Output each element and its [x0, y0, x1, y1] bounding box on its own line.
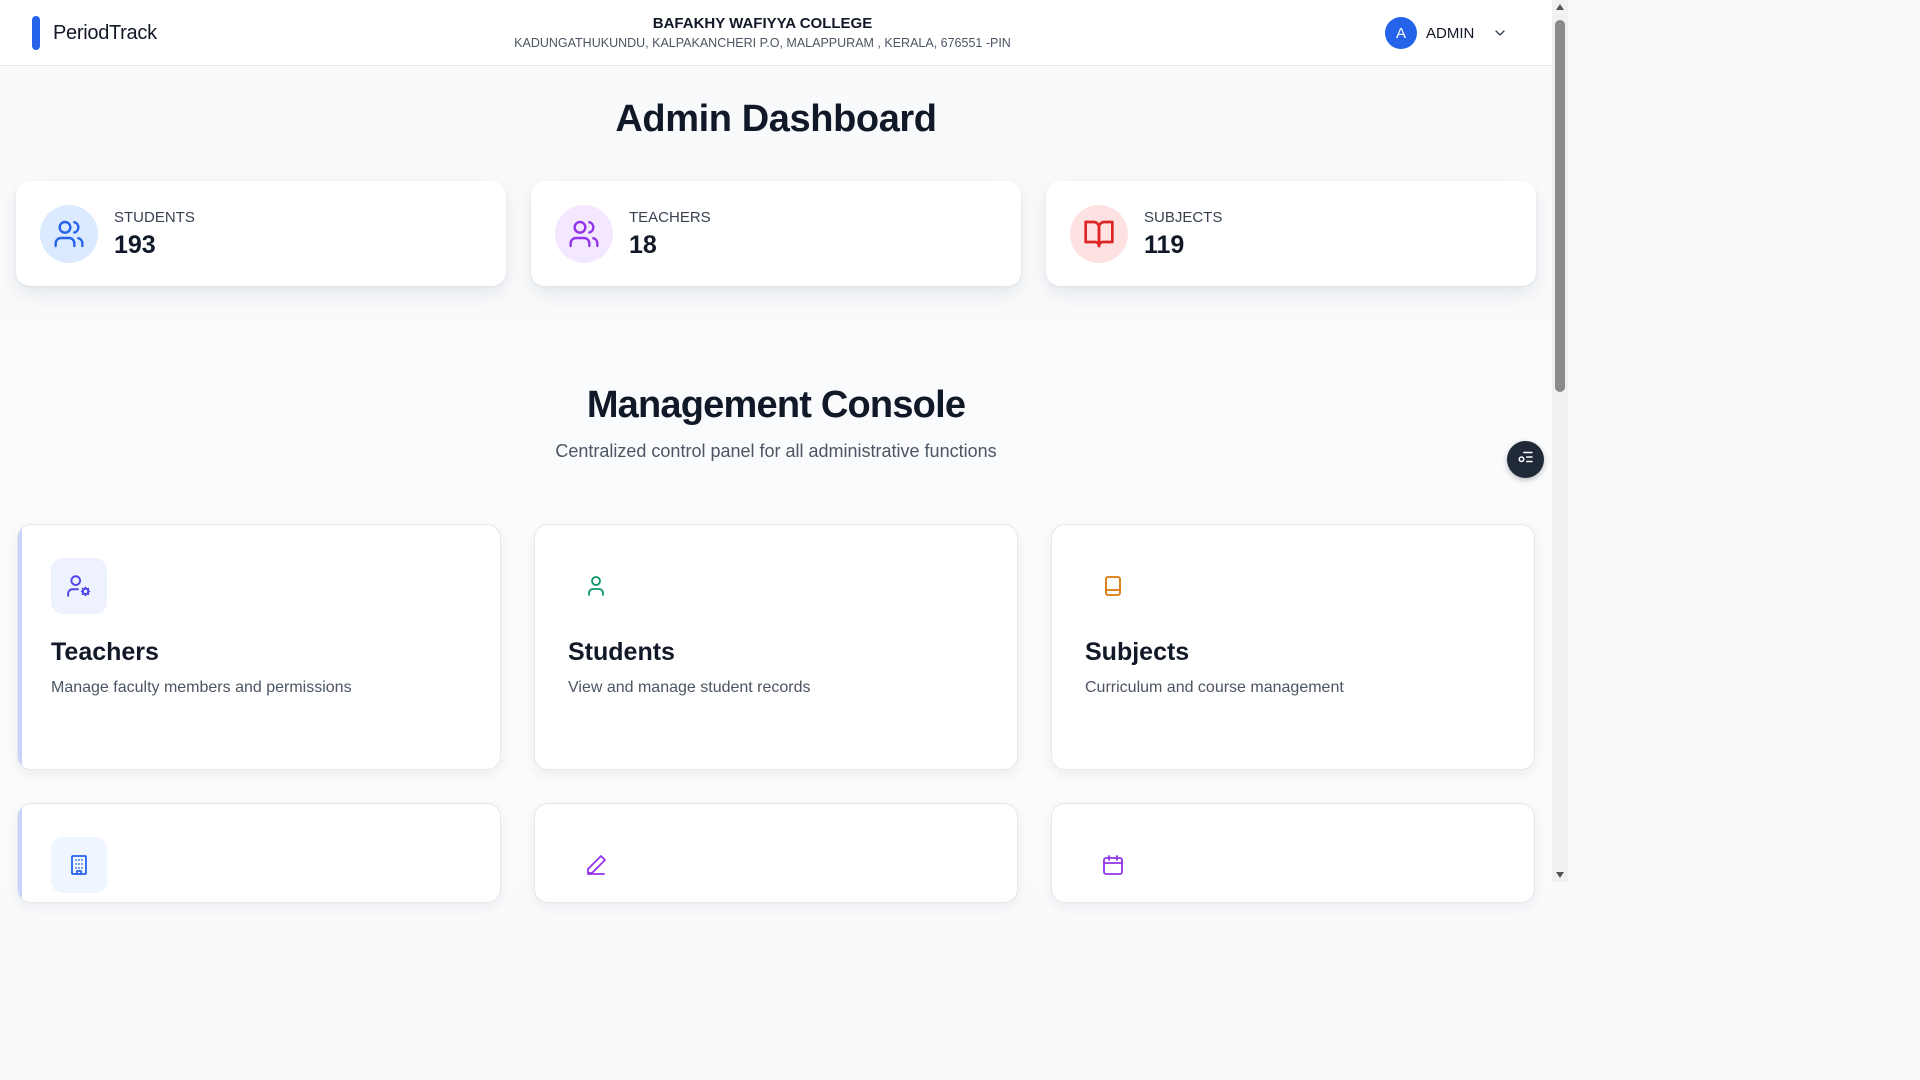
- stat-value: 119: [1144, 231, 1185, 259]
- pencil-icon: [568, 837, 624, 893]
- card-description: View and manage student records: [568, 679, 811, 696]
- stat-label: TEACHERS: [629, 209, 711, 226]
- stat-card-teachers: TEACHERS 18: [531, 181, 1021, 286]
- user-menu[interactable]: A ADMIN: [1385, 17, 1508, 49]
- stat-value: 193: [114, 231, 156, 259]
- users-icon: [555, 205, 613, 263]
- stat-value: 18: [629, 231, 657, 259]
- stat-label: STUDENTS: [114, 209, 195, 226]
- stat-card-subjects: SUBJECTS 119: [1046, 181, 1536, 286]
- page-title: Admin Dashboard: [615, 98, 937, 140]
- card-subjects[interactable]: Subjects Curriculum and course managemen…: [1051, 524, 1535, 770]
- building-icon: [51, 837, 107, 893]
- scroll-thumb[interactable]: [1555, 20, 1565, 392]
- card-description: Curriculum and course management: [1085, 679, 1344, 696]
- floating-menu-button[interactable]: [1507, 441, 1544, 478]
- card-calendar[interactable]: [1051, 803, 1535, 903]
- book-open-icon: [1070, 205, 1128, 263]
- college-info: BAFAKHY WAFIYYA COLLEGE KADUNGATHUKUNDU,…: [0, 15, 1525, 50]
- card-departments[interactable]: [17, 803, 501, 903]
- top-navbar: PeriodTrack BAFAKHY WAFIYYA COLLEGE KADU…: [0, 0, 1552, 66]
- card-description: Manage faculty members and permissions: [51, 679, 352, 696]
- stat-card-students: STUDENTS 193: [16, 181, 506, 286]
- stat-label: SUBJECTS: [1144, 209, 1223, 226]
- card-edit[interactable]: [534, 803, 1018, 903]
- user-icon: [568, 558, 624, 614]
- page-scrollbar[interactable]: [1552, 0, 1568, 882]
- user-cog-icon: [51, 558, 107, 614]
- card-teachers[interactable]: Teachers Manage faculty members and perm…: [17, 524, 501, 770]
- card-accent: [18, 525, 22, 769]
- scroll-up-arrow[interactable]: [1556, 4, 1564, 10]
- scroll-down-arrow[interactable]: [1556, 872, 1564, 878]
- user-name: ADMIN: [1426, 24, 1475, 42]
- college-address: KADUNGATHUKUNDU, KALPAKANCHERI P.O, MALA…: [514, 36, 1011, 50]
- college-name: BAFAKHY WAFIYYA COLLEGE: [652, 15, 873, 32]
- chevron-down-icon[interactable]: [1492, 25, 1508, 41]
- card-title: Students: [568, 638, 675, 666]
- section-title: Management Console: [586, 384, 966, 426]
- list-settings-icon: [1517, 448, 1535, 471]
- users-icon: [40, 205, 98, 263]
- book-icon: [1085, 558, 1141, 614]
- avatar: A: [1385, 17, 1417, 49]
- card-accent: [18, 804, 22, 902]
- card-title: Subjects: [1085, 638, 1190, 666]
- section-subtitle: Centralized control panel for all admini…: [555, 441, 997, 461]
- card-students[interactable]: Students View and manage student records: [534, 524, 1018, 770]
- card-title: Teachers: [51, 638, 159, 666]
- calendar-icon: [1085, 837, 1141, 893]
